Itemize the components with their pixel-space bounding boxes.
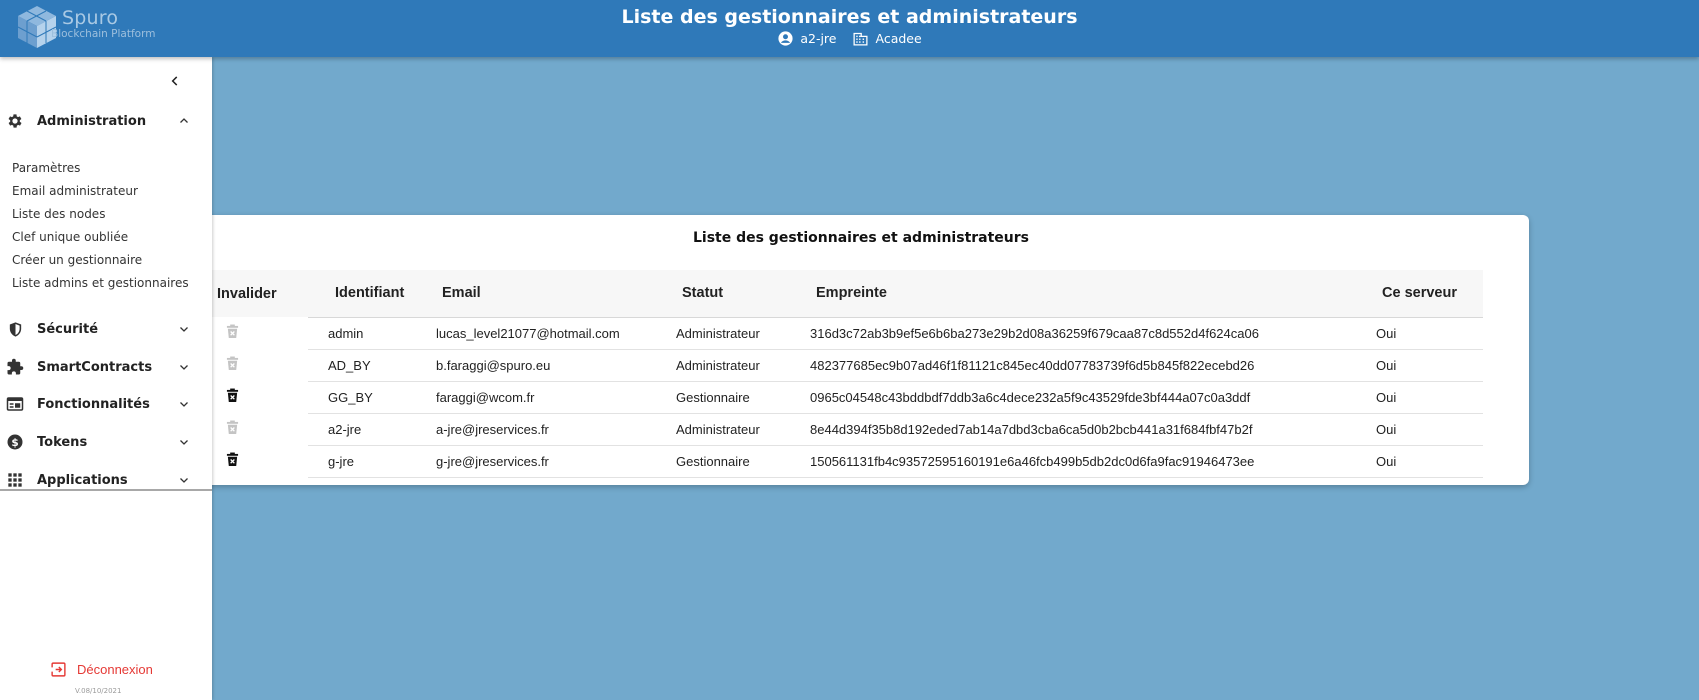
sidebar-section-label: Administration [37,113,147,129]
table-row: admin lucas_level21077@hotmail.com Admin… [190,317,1483,350]
admins-table-wrapper: Invalider Identifiant Email Statut Empre… [190,270,1483,478]
sidebar-section-securite[interactable]: Sécurité [0,311,212,347]
email-cell: lucas_level21077@hotmail.com [425,317,665,350]
shield-icon [6,320,24,338]
delete-icon[interactable] [224,356,240,372]
chevron-down-icon [176,359,192,375]
ce-serveur-cell: Oui [1361,381,1483,414]
sidebar-item-email-administrateur[interactable]: Email administrateur [12,180,189,203]
column-header-ce-serveur[interactable]: Ce serveur [1361,270,1483,318]
sidebar-section-applications[interactable]: Applications [0,462,212,498]
ce-serveur-cell: Oui [1361,349,1483,382]
identifiant-cell: AD_BY [308,349,425,382]
email-cell: b.faraggi@spuro.eu [425,349,665,382]
empreinte-cell: 316d3c72ab3b9ef5e6b6ba273e29b2d08a36259f… [794,317,1361,350]
empreinte-cell: 0965c04548c43bddbdf7ddb3a6c4dece232a5f9c… [794,381,1361,414]
sidebar-section-label: SmartContracts [37,359,153,375]
chevron-down-icon [176,472,192,488]
sidebar-section-smartcontracts[interactable]: SmartContracts [0,349,212,385]
sidebar-section-label: Tokens [37,434,88,450]
current-user: a2-jre [800,31,837,46]
delete-icon[interactable] [224,388,240,404]
sidebar-section-tokens[interactable]: $ Tokens [0,424,212,460]
grid-apps-icon [6,471,24,489]
admins-table: Invalider Identifiant Email Statut Empre… [190,270,1483,478]
empreinte-cell: 8e44d394f35b8d192eded7ab14a7dbd3cba6ca5d… [794,413,1361,446]
admins-list-card: Liste des gestionnaires et administrateu… [190,215,1529,485]
table-row: a2-jre a-jre@jreservices.fr Administrate… [190,413,1483,446]
chevron-down-icon [176,434,192,450]
identifiant-cell: a2-jre [308,413,425,446]
ce-serveur-cell: Oui [1361,445,1483,478]
column-header-statut[interactable]: Statut [665,270,794,318]
sidebar-item-creer-gestionnaire[interactable]: Créer un gestionnaire [12,249,189,272]
email-cell: a-jre@jreservices.fr [425,413,665,446]
delete-icon[interactable] [224,452,240,468]
chevron-up-icon [176,113,192,129]
sidebar-section-label: Fonctionnalités [37,396,150,412]
delete-icon[interactable] [224,324,240,340]
administration-submenu: Paramètres Email administrateur Liste de… [12,157,189,295]
identifiant-cell: g-jre [308,445,425,478]
sidebar-divider [0,489,212,491]
table-row: GG_BY faraggi@wcom.fr Gestionnaire 0965c… [190,381,1483,414]
sidebar-section-label: Applications [37,472,128,488]
table-row: AD_BY b.faraggi@spuro.eu Administrateur … [190,349,1483,382]
empreinte-cell: 482377685ec9b07ad46f1f81121c845ec40dd077… [794,349,1361,382]
sidebar: Administration Paramètres Email administ… [0,57,212,700]
version-label: V.08/10/2021 [75,687,122,695]
sidebar-section-fonctionnalites[interactable]: Fonctionnalités [0,386,212,422]
current-organization: Acadee [875,31,922,46]
logout-icon [50,662,66,677]
logout-button[interactable]: Déconnexion [50,661,153,678]
identifiant-cell: GG_BY [308,381,425,414]
header-context: a2-jre Acadee [0,30,1699,47]
sidebar-section-label: Sécurité [37,321,99,337]
ce-serveur-cell: Oui [1361,413,1483,446]
sidebar-item-clef-unique-oubliee[interactable]: Clef unique oubliée [12,226,189,249]
coin-icon: $ [6,433,24,451]
column-header-identifiant[interactable]: Identifiant [308,270,425,318]
chevron-down-icon [176,321,192,337]
sidebar-section-administration[interactable]: Administration [0,103,212,139]
table-row: g-jre g-jre@jreservices.fr Gestionnaire … [190,445,1483,478]
identifiant-cell: admin [308,317,425,350]
chevron-left-icon [171,76,178,86]
column-header-empreinte[interactable]: Empreinte [794,270,1361,318]
building-icon [852,30,869,47]
card-title: Liste des gestionnaires et administrateu… [692,230,1030,246]
email-cell: faraggi@wcom.fr [425,381,665,414]
empreinte-cell: 150561131fb4c93572595160191e6a46fcb499b5… [794,445,1361,478]
web-window-icon [6,395,24,413]
page-title: Liste des gestionnaires et administrateu… [621,6,1078,28]
app-header: Spuro Blockchain Platform Liste des gest… [0,0,1699,57]
sidebar-item-liste-admins-gestionnaires[interactable]: Liste admins et gestionnaires [12,272,189,295]
statut-cell: Administrateur [665,413,794,446]
svg-text:$: $ [11,437,18,449]
account-circle-icon [777,30,794,47]
statut-cell: Gestionnaire [665,445,794,478]
statut-cell: Gestionnaire [665,381,794,414]
sidebar-item-liste-des-nodes[interactable]: Liste des nodes [12,203,189,226]
sidebar-item-parametres[interactable]: Paramètres [12,157,189,180]
email-cell: g-jre@jreservices.fr [425,445,665,478]
gear-icon [6,112,24,130]
column-header-email[interactable]: Email [425,270,665,318]
puzzle-icon [6,358,24,376]
logout-label: Déconnexion [77,662,153,677]
collapse-sidebar-button[interactable] [163,69,187,93]
table-header-row: Invalider Identifiant Email Statut Empre… [190,270,1483,318]
statut-cell: Administrateur [665,317,794,350]
statut-cell: Administrateur [665,349,794,382]
ce-serveur-cell: Oui [1361,317,1483,350]
delete-icon[interactable] [224,420,240,436]
chevron-down-icon [176,396,192,412]
